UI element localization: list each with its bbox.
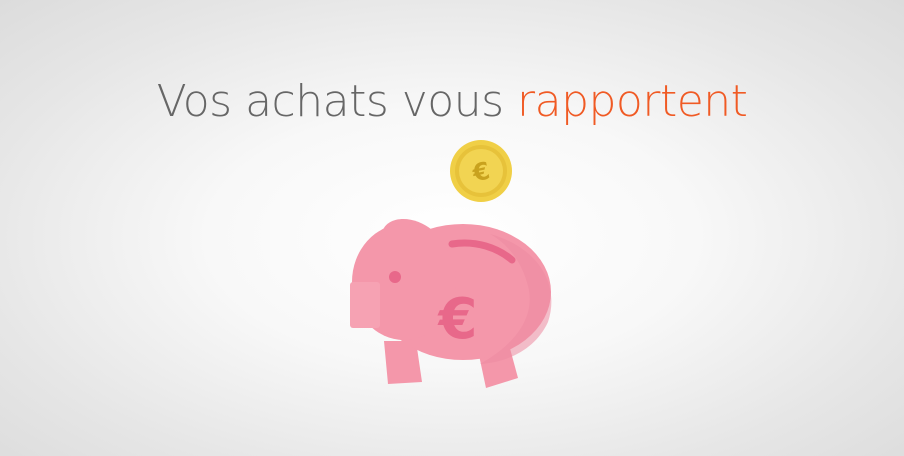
- headline: Vos achats vous rapportent: [0, 76, 904, 127]
- headline-text: Vos achats vous: [156, 76, 518, 127]
- headline-accent-text: rapportent: [517, 76, 748, 127]
- piggy-bank-illustration: € €: [350, 140, 552, 388]
- coin-icon: €: [450, 140, 512, 202]
- euro-icon: €: [437, 287, 478, 352]
- piggy-bank-icon: €: [350, 219, 552, 388]
